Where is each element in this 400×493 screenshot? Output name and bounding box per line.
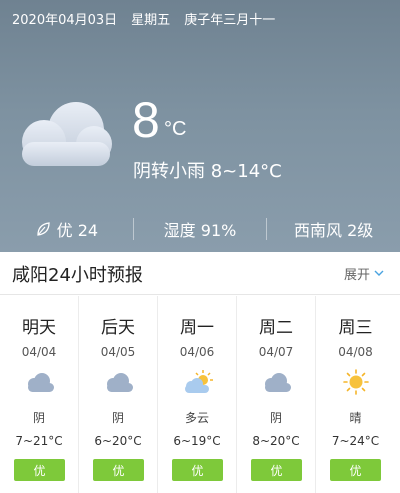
weekday-text: 星期五 <box>131 13 171 28</box>
temperature-unit: °C <box>164 118 187 140</box>
day-temperature: 6~20°C <box>94 434 142 448</box>
day-condition: 阴 <box>111 411 124 425</box>
forecast-title: 咸阳24小时预报 <box>12 264 143 286</box>
date-row: 2020年04月03日 星期五 庚子年三月十一 <box>12 9 275 28</box>
day-temperature: 7~21°C <box>15 434 63 448</box>
day-condition: 晴 <box>349 411 362 425</box>
day-name: 周二 <box>259 318 293 338</box>
humidity-stat: 湿度 91% <box>132 218 267 240</box>
weather-hero: 2020年04月03日 星期五 庚子年三月十一 8 °C 阴转小雨 8~14°C… <box>0 0 400 252</box>
cloud-icon <box>22 102 112 166</box>
wind-stat: 西南风 2级 <box>266 218 400 240</box>
current-condition: 阴转小雨 8~14°C <box>133 161 282 182</box>
expand-toggle[interactable]: 展开 <box>344 264 384 283</box>
cloud-icon <box>107 373 133 392</box>
forecast-day[interactable]: 周一 04/06 多云 6~19°C 优 <box>158 296 237 493</box>
day-condition: 阴 <box>32 411 45 425</box>
aqi-badge: 优 <box>93 459 144 481</box>
day-name: 周三 <box>338 318 373 338</box>
sun-icon <box>343 369 369 395</box>
day-name: 明天 <box>22 318 56 338</box>
cloud-icon <box>28 373 54 392</box>
aqi-badge: 优 <box>251 459 302 481</box>
forecast-day[interactable]: 明天 04/04 阴 7~21°C 优 <box>0 296 79 493</box>
day-date: 04/08 <box>338 345 373 359</box>
day-temperature: 6~19°C <box>173 434 221 448</box>
forecast-days: 明天 04/04 阴 7~21°C 优 后天 04/05 阴 6~20°C 优 … <box>0 296 400 493</box>
stats-bar: 优 24 湿度 91% 西南风 2级 <box>0 205 400 252</box>
aqi-badge: 优 <box>172 459 223 481</box>
air-quality-text: 优 24 <box>56 221 99 240</box>
leaf-icon <box>36 222 50 236</box>
aqi-badge: 优 <box>330 459 381 481</box>
current-temperature: 8 <box>132 92 160 148</box>
forecast-day[interactable]: 周三 04/08 晴 7~24°C 优 <box>316 296 395 493</box>
date-text: 2020年04月03日 <box>12 13 118 28</box>
day-temperature: 7~24°C <box>331 434 380 448</box>
day-date: 04/07 <box>258 345 294 359</box>
day-name: 后天 <box>101 318 135 338</box>
forecast-day[interactable]: 后天 04/05 阴 6~20°C 优 <box>79 296 158 493</box>
wind-text: 西南风 2级 <box>294 221 374 240</box>
expand-label: 展开 <box>343 268 370 283</box>
forecast-day[interactable]: 周二 04/07 阴 8~20°C 优 <box>237 296 316 493</box>
forecast-header: 咸阳24小时预报 展开 <box>0 253 400 295</box>
day-temperature: 8~20°C <box>252 434 300 448</box>
day-condition: 阴 <box>269 411 282 425</box>
day-date: 04/06 <box>179 345 215 359</box>
aqi-badge: 优 <box>14 459 65 481</box>
day-date: 04/05 <box>100 345 136 359</box>
humidity-text: 湿度 91% <box>163 221 237 240</box>
chevron-down-icon <box>374 270 384 276</box>
day-name: 周一 <box>180 318 214 338</box>
cloud-icon <box>265 373 291 392</box>
day-date: 04/04 <box>21 345 57 359</box>
air-quality-stat[interactable]: 优 24 <box>0 217 133 241</box>
lunar-date-text: 庚子年三月十一 <box>184 13 276 28</box>
day-condition: 多云 <box>184 411 209 425</box>
partly-cloudy-icon <box>185 370 213 393</box>
